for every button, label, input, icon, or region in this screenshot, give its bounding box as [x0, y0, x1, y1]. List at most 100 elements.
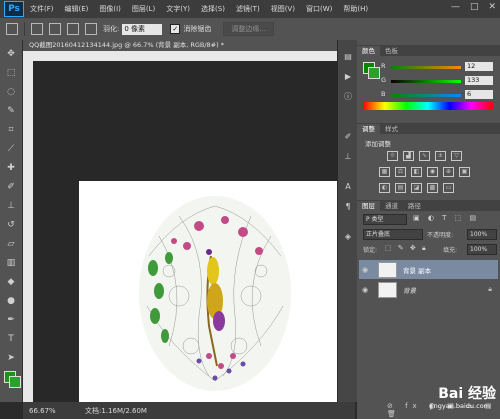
new-selection-icon[interactable]	[31, 23, 43, 35]
layer-row-background[interactable]: ◉ 背景 🔒︎	[359, 280, 498, 299]
menu-file[interactable]: 文件(F)	[30, 4, 54, 14]
blur-tool-icon[interactable]: ◆	[5, 276, 17, 288]
tab-paths[interactable]: 路径	[403, 201, 426, 211]
info-panel-icon[interactable]: ⓘ	[343, 92, 353, 102]
paragraph-panel-icon[interactable]: ¶	[343, 202, 353, 212]
gradient-tool-icon[interactable]: ▥	[5, 257, 17, 269]
document-tab[interactable]: QQ截图20160412134144.jpg @ 66.7% (背景 副本, R…	[23, 40, 343, 51]
posterize-icon[interactable]: ▤	[395, 183, 406, 193]
color-panel-tabs: 颜色 色板	[357, 45, 500, 56]
lock-icons[interactable]: ⬚ ✎ ✥ 🔒︎	[385, 244, 428, 253]
lasso-preset-icon[interactable]	[6, 23, 18, 35]
antialias-checkbox[interactable]: ✓	[170, 24, 181, 34]
subtract-selection-icon[interactable]	[67, 23, 79, 35]
color-balance-icon[interactable]: ⚖	[395, 167, 406, 177]
tab-swatches[interactable]: 色板	[380, 46, 403, 56]
menu-view[interactable]: 视图(V)	[271, 4, 295, 14]
menu-help[interactable]: 帮助(H)	[343, 4, 368, 14]
menu-edit[interactable]: 编辑(E)	[65, 4, 89, 14]
blue-value[interactable]: 6	[465, 90, 493, 99]
menu-select[interactable]: 选择(S)	[201, 4, 225, 14]
menu-layer[interactable]: 图层(L)	[132, 4, 155, 14]
maximize-icon[interactable]: □	[470, 2, 479, 12]
exposure-icon[interactable]: ±	[435, 151, 446, 161]
blend-mode-select[interactable]: 正片叠底	[363, 229, 423, 240]
vibrance-icon[interactable]: ▽	[451, 151, 462, 161]
selective-color-icon[interactable]: ▩	[427, 183, 438, 193]
hue-saturation-icon[interactable]: ▦	[379, 167, 390, 177]
actions-panel-icon[interactable]: ▶	[343, 72, 353, 82]
zoom-level[interactable]: 66.67%	[29, 407, 59, 415]
pen-tool-icon[interactable]: ✒	[5, 314, 17, 326]
lasso-tool-icon[interactable]: ◌	[5, 86, 17, 98]
levels-icon[interactable]: ▟	[403, 151, 414, 161]
threshold-icon[interactable]: ◪	[411, 183, 422, 193]
background-color-swatch[interactable]	[9, 376, 21, 388]
color-lookup-icon[interactable]: ▣	[459, 167, 470, 177]
tab-layers[interactable]: 图层	[357, 201, 380, 211]
blue-track[interactable]	[391, 94, 461, 97]
quick-select-tool-icon[interactable]: ✎	[5, 105, 17, 117]
refine-edge-button[interactable]: 调整边缘...	[223, 22, 275, 36]
healing-tool-icon[interactable]: ✚	[5, 162, 17, 174]
tab-channels[interactable]: 通道	[380, 201, 403, 211]
history-panel-icon[interactable]: ▤	[343, 52, 353, 62]
visibility-eye-icon[interactable]: ◉	[362, 266, 372, 274]
layer-filter-icons[interactable]: ▣ ◐ T ⬚ ▤	[413, 214, 493, 224]
black-white-icon[interactable]: ◧	[411, 167, 422, 177]
red-track[interactable]	[391, 66, 461, 69]
brush-panel-icon[interactable]: ✐	[343, 132, 353, 142]
stamp-tool-icon[interactable]: ⊥	[5, 200, 17, 212]
channel-mixer-icon[interactable]: ⊕	[443, 167, 454, 177]
opacity-input[interactable]: 100%	[467, 229, 497, 240]
crop-tool-icon[interactable]: ⌗	[5, 124, 17, 136]
layer-row-background-copy[interactable]: ◉ 背景 副本	[359, 260, 498, 279]
green-value[interactable]: 133	[465, 76, 493, 85]
fill-input[interactable]: 100%	[467, 244, 497, 255]
history-brush-icon[interactable]: ↺	[5, 219, 17, 231]
layer-kind-filter[interactable]: P 类型	[363, 214, 407, 225]
document-size: 文档:1.16M/2.60M	[85, 406, 147, 415]
minimize-icon[interactable]: —	[451, 2, 460, 12]
green-track[interactable]	[391, 80, 461, 83]
move-tool-icon[interactable]: ✥	[5, 48, 17, 60]
tab-adjustments[interactable]: 调整	[357, 124, 380, 134]
brightness-icon[interactable]: ☼	[387, 151, 398, 161]
3d-panel-icon[interactable]: ◈	[343, 232, 353, 242]
menu-window[interactable]: 窗口(W)	[306, 4, 332, 14]
path-select-tool-icon[interactable]: ➤	[5, 352, 17, 364]
red-value[interactable]: 12	[465, 62, 493, 71]
dodge-tool-icon[interactable]: ●	[5, 295, 17, 307]
add-adjustment-title: 添加调整	[365, 140, 391, 148]
character-panel-icon[interactable]: A	[343, 182, 353, 192]
clone-source-icon[interactable]: ⊥	[343, 152, 353, 162]
tab-color[interactable]: 颜色	[357, 46, 380, 56]
eyedropper-tool-icon[interactable]: ⟋	[5, 143, 17, 155]
options-bar: 羽化: 0 像素 ✓ 消除锯齿 调整边缘...	[0, 18, 500, 41]
add-selection-icon[interactable]	[49, 23, 61, 35]
invert-icon[interactable]: ◐	[379, 183, 390, 193]
photo-filter-icon[interactable]: ◉	[427, 167, 438, 177]
feather-label: 羽化:	[103, 25, 120, 33]
menu-filter[interactable]: 滤镜(T)	[236, 4, 260, 14]
gradient-map-icon[interactable]: ▭	[443, 183, 454, 193]
intersect-selection-icon[interactable]	[85, 23, 97, 35]
visibility-eye-icon[interactable]: ◉	[362, 286, 372, 294]
feather-input[interactable]: 0 像素	[122, 23, 163, 35]
marquee-tool-icon[interactable]: ⬚	[5, 67, 17, 79]
tab-styles[interactable]: 样式	[380, 124, 403, 134]
eraser-tool-icon[interactable]: ▱	[5, 238, 17, 250]
menu-image[interactable]: 图像(I)	[99, 4, 121, 14]
antialias-label: 消除锯齿	[183, 25, 212, 33]
layer-name: 背景	[403, 286, 416, 295]
layer-thumbnail	[378, 261, 397, 278]
close-icon[interactable]: ✕	[488, 2, 496, 12]
background-color-chip[interactable]	[368, 67, 380, 79]
color-spectrum[interactable]	[363, 102, 493, 110]
document-canvas[interactable]	[79, 181, 347, 408]
canvas-workspace[interactable]	[33, 61, 355, 408]
type-tool-icon[interactable]: T	[5, 333, 17, 345]
menu-type[interactable]: 文字(Y)	[166, 4, 190, 14]
brush-tool-icon[interactable]: ✐	[5, 181, 17, 193]
curves-icon[interactable]: ∿	[419, 151, 430, 161]
